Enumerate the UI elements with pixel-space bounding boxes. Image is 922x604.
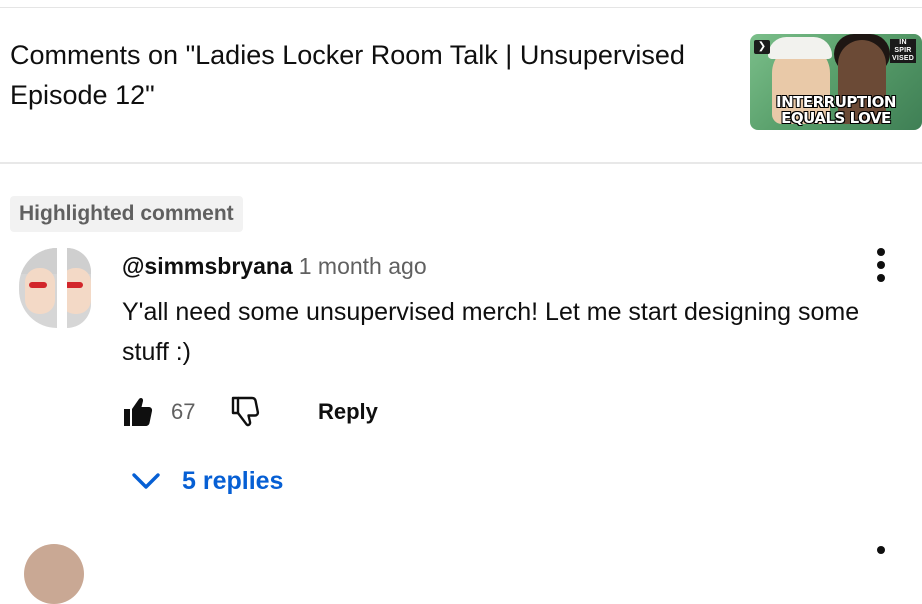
- thumbs-up-icon: [124, 397, 153, 426]
- header-divider: [0, 162, 922, 164]
- comments-title: Comments on "Ladies Locker Room Talk | U…: [10, 40, 685, 110]
- comment-text: Y'all need some unsupervised merch! Let …: [122, 298, 860, 366]
- avatar-face-paint: [29, 282, 47, 288]
- avatar-face-paint-right: [67, 282, 83, 288]
- next-comment-avatar[interactable]: [24, 544, 84, 604]
- reply-button[interactable]: Reply: [318, 393, 378, 431]
- comment-header: @simmsbryana 1 month ago: [122, 250, 427, 282]
- comment-time[interactable]: 1 month ago: [299, 253, 427, 279]
- video-thumbnail[interactable]: ❯ IN SPIR VISED INTERRUPTION EQUALS LOVE: [750, 34, 922, 130]
- more-vert-icon[interactable]: [872, 248, 892, 282]
- replies-label: 5 replies: [182, 467, 284, 495]
- dislike-button[interactable]: [230, 395, 260, 429]
- avatar-right-half: [67, 248, 91, 328]
- play-badge-icon: ❯: [754, 40, 770, 54]
- next-comment-more-icon[interactable]: [877, 546, 885, 554]
- comment-author[interactable]: @simmsbryana: [122, 253, 293, 279]
- highlighted-comment-badge: Highlighted comment: [10, 196, 243, 232]
- avatar-gap: [57, 248, 67, 328]
- thumbnail-caption-line1: INTERRUPTION: [775, 93, 897, 111]
- kebab-dot-1: [877, 248, 885, 256]
- kebab-dot-2: [877, 261, 885, 269]
- chevron-down-icon: [132, 473, 160, 489]
- thumbnail-caption-line2: EQUALS LOVE: [781, 109, 891, 127]
- thumbs-down-icon: [231, 396, 260, 427]
- avatar-face-right: [67, 268, 91, 314]
- thumbnail-cap: [768, 37, 832, 59]
- channel-logo: IN SPIR VISED: [890, 39, 916, 63]
- top-divider: [0, 7, 922, 8]
- like-button[interactable]: [122, 393, 154, 429]
- avatar-face: [25, 268, 55, 314]
- avatar[interactable]: [19, 248, 91, 328]
- thumbnail-caption: INTERRUPTION EQUALS LOVE: [750, 94, 922, 126]
- like-count: 67: [171, 399, 196, 424]
- kebab-dot-3: [877, 274, 885, 282]
- avatar-left-half: [19, 248, 57, 328]
